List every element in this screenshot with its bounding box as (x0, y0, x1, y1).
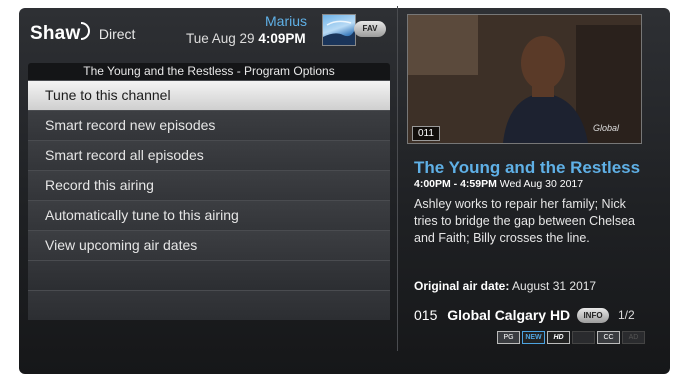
menu-item-empty (28, 260, 390, 290)
menu-item-smart-record-all[interactable]: Smart record all episodes (28, 140, 390, 170)
menu-item-upcoming-dates[interactable]: View upcoming air dates (28, 230, 390, 260)
brand-sub: Direct (98, 26, 136, 42)
blank-badge (572, 331, 595, 344)
program-options-menu: The Young and the Restless - Program Opt… (28, 63, 390, 320)
channel-name: Global Calgary HD (447, 307, 571, 323)
network-logo: Global (593, 123, 620, 133)
current-datetime: Tue Aug 29 4:09PM (186, 31, 306, 46)
program-title: The Young and the Restless (414, 158, 641, 177)
user-avatar[interactable] (322, 14, 356, 46)
menu-item-empty (28, 290, 390, 320)
menu-item-auto-tune[interactable]: Automatically tune to this airing (28, 200, 390, 230)
panel-divider (397, 6, 398, 351)
brand-swoosh-icon (81, 22, 91, 40)
ad-badge: AD (622, 331, 645, 344)
program-time: 4:00PM - 4:59PM Wed Aug 30 2017 (414, 178, 583, 190)
info-button[interactable]: INFO (577, 308, 609, 323)
program-description: Ashley works to repair her family; Nick … (414, 197, 635, 245)
fav-button[interactable]: FAV (354, 21, 386, 37)
menu-item-record-airing[interactable]: Record this airing (28, 170, 390, 200)
new-badge: NEW (522, 331, 545, 344)
channel-number: 015 (414, 307, 438, 323)
menu-title: The Young and the Restless - Program Opt… (28, 63, 390, 80)
original-air-date: Original air date: August 31 2017 (414, 279, 596, 293)
avatar-image-icon (323, 20, 355, 45)
program-badges: PG NEW HD CC AD (497, 331, 645, 344)
menu-item-smart-record-new[interactable]: Smart record new episodes (28, 110, 390, 140)
cc-badge: CC (597, 331, 620, 344)
original-air-label: Original air date: (414, 279, 510, 293)
program-date: Wed Aug 30 2017 (499, 178, 584, 190)
preview-channel-badge: 011 (412, 126, 440, 141)
original-air-value: August 31 2017 (512, 279, 597, 293)
shaw-direct-logo: Shaw Direct (30, 22, 135, 45)
brand-name: Shaw (30, 23, 81, 44)
channel-info: 015 Global Calgary HD (414, 307, 570, 323)
current-time: 4:09PM (258, 31, 306, 46)
program-time-range: 4:00PM - 4:59PM (414, 178, 497, 190)
hd-badge: HD (547, 331, 570, 344)
rating-badge: PG (497, 331, 520, 344)
current-date: Tue Aug 29 (186, 31, 255, 46)
menu-item-tune[interactable]: Tune to this channel (28, 80, 390, 110)
page-indicator: 1/2 (618, 308, 635, 322)
user-name: Marius (265, 13, 308, 29)
